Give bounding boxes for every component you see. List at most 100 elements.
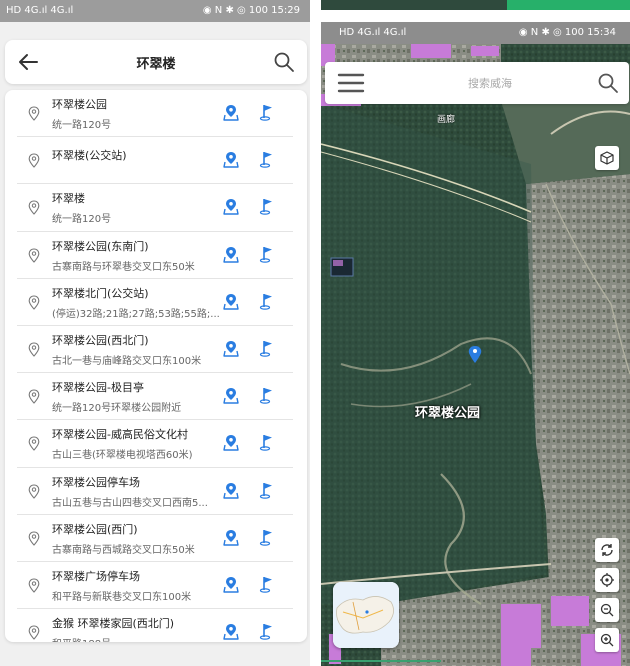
result-row[interactable]: 环翠楼公园(西北门) 古北一巷与庙峰路交叉口东100米 <box>5 326 307 374</box>
destination-flag-icon[interactable] <box>259 150 275 168</box>
3d-view-button[interactable] <box>595 146 619 170</box>
result-name: 环翠楼公园停车场 <box>52 475 140 489</box>
status-bar-time: ◉ N ✱ ◎ 100 15:34 <box>518 27 616 38</box>
result-address: 和平路188号 <box>52 635 227 642</box>
result-name: 环翠楼公园(西门) <box>52 522 138 536</box>
satellite-map[interactable] <box>321 44 630 666</box>
destination-flag-icon[interactable] <box>259 339 275 357</box>
map-place-label[interactable]: 环翠楼公园 <box>415 402 480 421</box>
route-pin-icon[interactable] <box>223 434 239 452</box>
location-pin-icon <box>28 389 40 404</box>
zoom-in-icon <box>600 633 614 647</box>
location-pin-icon <box>28 153 40 168</box>
location-pin-icon <box>28 342 40 357</box>
map-poi-label: 画廊 <box>437 115 456 125</box>
route-pin-icon[interactable] <box>223 340 239 357</box>
result-row[interactable]: 环翠楼公园停车场古山五巷与古山四巷交叉口西南5... <box>5 468 307 515</box>
route-pin-icon[interactable] <box>223 529 239 546</box>
result-name: 环翠楼公园(东南门) <box>52 239 149 253</box>
result-row[interactable]: 环翠楼广场停车场和平路与新联巷交叉口东100米 <box>5 562 307 610</box>
map-search-input[interactable]: 搜索威海 <box>425 75 555 91</box>
map-screen: HD 4G.ıl 4G.ıl ◉ N ✱ ◎ 100 15:34 画廊 环翠楼公… <box>321 0 630 666</box>
result-name: 金猴 环翠楼家园(西北门) <box>52 617 175 631</box>
route-pin-icon[interactable] <box>223 482 239 499</box>
status-bar-signal: HD 4G.ıl 4G.ıl <box>6 5 74 16</box>
route-pin-icon[interactable] <box>223 151 239 168</box>
result-address: 古山三巷(环翠楼电视塔西60米) <box>52 450 193 462</box>
destination-flag-icon[interactable] <box>259 528 275 546</box>
minimap-graphic <box>333 582 399 648</box>
result-row[interactable]: 环翠楼公园-威高民俗文化村 古山三巷(环翠楼电视塔西60米) <box>5 420 307 468</box>
result-address: 和平路与新联巷交叉口东100米 <box>52 591 192 603</box>
route-pin-icon[interactable] <box>223 387 239 404</box>
destination-flag-icon[interactable] <box>259 622 275 640</box>
route-pin-icon[interactable] <box>223 623 239 640</box>
route-pin-icon[interactable] <box>223 246 239 263</box>
location-pin-icon <box>28 436 40 452</box>
location-pin-icon <box>28 200 40 216</box>
screen-divider <box>312 0 320 666</box>
cube-icon <box>600 151 614 165</box>
map-search-box[interactable]: 搜索威海 <box>325 62 629 104</box>
destination-flag-icon[interactable] <box>259 386 275 404</box>
result-name: 环翠楼公园-极目亭 <box>52 381 144 395</box>
locate-button[interactable] <box>595 568 619 592</box>
destination-flag-icon[interactable] <box>259 575 275 593</box>
result-row[interactable]: 环翠楼公园(西门) 古寨南路与西城路交叉口东50米 <box>5 515 307 563</box>
overview-minimap[interactable] <box>333 582 399 648</box>
route-pin-icon[interactable] <box>223 576 239 593</box>
status-bar-time: ◉ N ✱ ◎ 100 15:29 <box>202 5 300 16</box>
result-row[interactable]: 金猴 环翠楼家园(西北门) 和平路188号 <box>5 609 307 642</box>
destination-flag-icon[interactable] <box>259 197 275 216</box>
result-address: 古山五巷与古山四巷交叉口西南5... <box>52 497 208 509</box>
bottom-accent-line <box>321 660 441 662</box>
result-address: 统一路120号环翠楼公园附近 <box>52 403 182 415</box>
result-address: 统一路120号 <box>52 214 112 226</box>
crosshair-icon <box>600 573 614 587</box>
search-query-text[interactable]: 环翠楼 <box>65 53 247 72</box>
result-name: 环翠楼北门(公交站) <box>52 286 149 300</box>
location-pin-icon <box>28 106 40 121</box>
zoom-out-button[interactable] <box>595 598 619 622</box>
result-name: 环翠楼公园-威高民俗文化村 <box>52 428 188 442</box>
route-pin-icon[interactable] <box>223 104 239 121</box>
back-arrow-icon[interactable] <box>17 52 39 72</box>
destination-flag-icon[interactable] <box>259 245 275 263</box>
result-address: 古寨南路与西城路交叉口东50米 <box>52 544 195 556</box>
refresh-button[interactable] <box>595 538 619 562</box>
result-row[interactable]: 环翠楼统一路120号 <box>5 184 307 232</box>
zoom-in-button[interactable] <box>595 628 619 652</box>
destination-flag-icon[interactable] <box>259 292 275 310</box>
result-row[interactable]: 环翠楼公园-极目亭统一路120号环翠楼公园附近 <box>5 373 307 421</box>
destination-flag-icon[interactable] <box>259 481 275 499</box>
destination-flag-icon[interactable] <box>259 103 275 121</box>
menu-icon[interactable] <box>337 72 365 94</box>
location-pin-icon <box>28 295 40 310</box>
search-header: 环翠楼 <box>5 40 307 84</box>
status-bar: HD 4G.ıl 4G.ıl ◉ N ✱ ◎ 100 15:34 <box>321 22 630 44</box>
result-name: 环翠楼公园 <box>52 98 107 111</box>
location-pin-icon <box>28 531 40 546</box>
result-name: 环翠楼公园(西北门) <box>52 333 149 347</box>
result-row[interactable]: 环翠楼公园统一路120号 <box>5 90 307 138</box>
result-row[interactable]: 环翠楼公园(东南门) 古寨南路与环翠巷交叉口东50米 <box>5 232 307 279</box>
result-address: 古北一巷与庙峰路交叉口东100米 <box>52 355 202 367</box>
result-address: 统一路120号 <box>52 120 112 131</box>
refresh-icon <box>601 544 613 556</box>
result-row[interactable]: 环翠楼北门(公交站) (停运)32路;21路;27路;53路;55路;... <box>5 279 307 327</box>
location-pin-icon <box>28 625 40 640</box>
result-row[interactable]: 环翠楼(公交站) <box>5 137 307 185</box>
result-address: 古寨南路与环翠巷交叉口东50米 <box>52 261 195 273</box>
result-name: 环翠楼广场停车场 <box>52 569 140 583</box>
route-pin-icon[interactable] <box>223 293 239 310</box>
search-icon[interactable] <box>597 72 619 94</box>
result-name: 环翠楼 <box>52 192 85 206</box>
location-pin-icon <box>28 578 40 593</box>
location-pin-icon <box>28 483 40 499</box>
location-pin-icon <box>28 248 40 263</box>
search-icon[interactable] <box>273 51 295 73</box>
destination-flag-icon[interactable] <box>259 433 275 452</box>
status-bar: HD 4G.ıl 4G.ıl ◉ N ✱ ◎ 100 15:29 <box>0 0 310 22</box>
route-pin-icon[interactable] <box>223 198 239 216</box>
result-name: 环翠楼(公交站) <box>52 149 127 163</box>
